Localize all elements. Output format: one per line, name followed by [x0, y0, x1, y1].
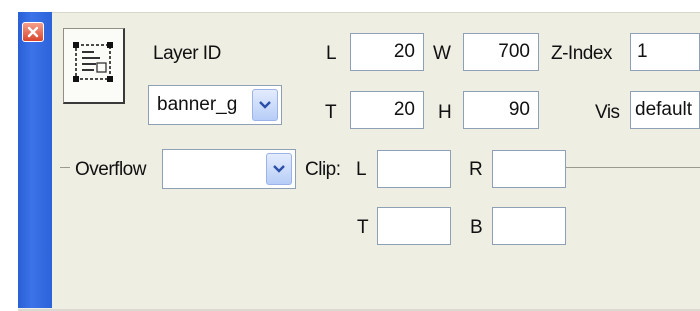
- close-icon: [27, 26, 39, 38]
- visibility-label: Vis: [595, 102, 620, 123]
- layer-id-value: banner_g: [157, 94, 238, 115]
- height-label: H: [438, 102, 452, 123]
- clip-right-label: R: [469, 159, 483, 180]
- z-index-input[interactable]: 1: [630, 33, 700, 71]
- left-input[interactable]: 20: [350, 33, 424, 71]
- clip-bottom-input[interactable]: [492, 207, 566, 245]
- visibility-select[interactable]: default: [630, 91, 700, 129]
- layer-id-label: Layer ID: [153, 43, 221, 64]
- divider: [565, 167, 700, 168]
- top-label: T: [325, 102, 337, 123]
- layer-properties-icon: [63, 28, 125, 104]
- panel-side-strip: [18, 12, 52, 308]
- height-input[interactable]: 90: [463, 91, 539, 129]
- chevron-down-icon[interactable]: [266, 153, 292, 185]
- chevron-down-icon[interactable]: [252, 89, 278, 121]
- clip-bottom-label: B: [470, 217, 483, 238]
- width-label: W: [433, 43, 451, 64]
- clip-top-label: T: [357, 217, 369, 238]
- clip-left-label: L: [356, 159, 367, 180]
- overflow-select[interactable]: [162, 149, 296, 189]
- clip-top-input[interactable]: [377, 207, 451, 245]
- clip-label: Clip:: [305, 159, 341, 180]
- top-input[interactable]: 20: [350, 91, 424, 129]
- divider: [60, 167, 70, 168]
- left-label: L: [326, 43, 337, 64]
- close-button[interactable]: [22, 22, 44, 42]
- overflow-label: Overflow: [75, 159, 146, 180]
- clip-left-input[interactable]: [377, 150, 451, 188]
- width-input[interactable]: 700: [463, 33, 539, 71]
- z-index-label: Z-Index: [551, 43, 612, 64]
- clip-right-input[interactable]: [492, 150, 566, 188]
- layer-id-select[interactable]: banner_g: [148, 85, 282, 125]
